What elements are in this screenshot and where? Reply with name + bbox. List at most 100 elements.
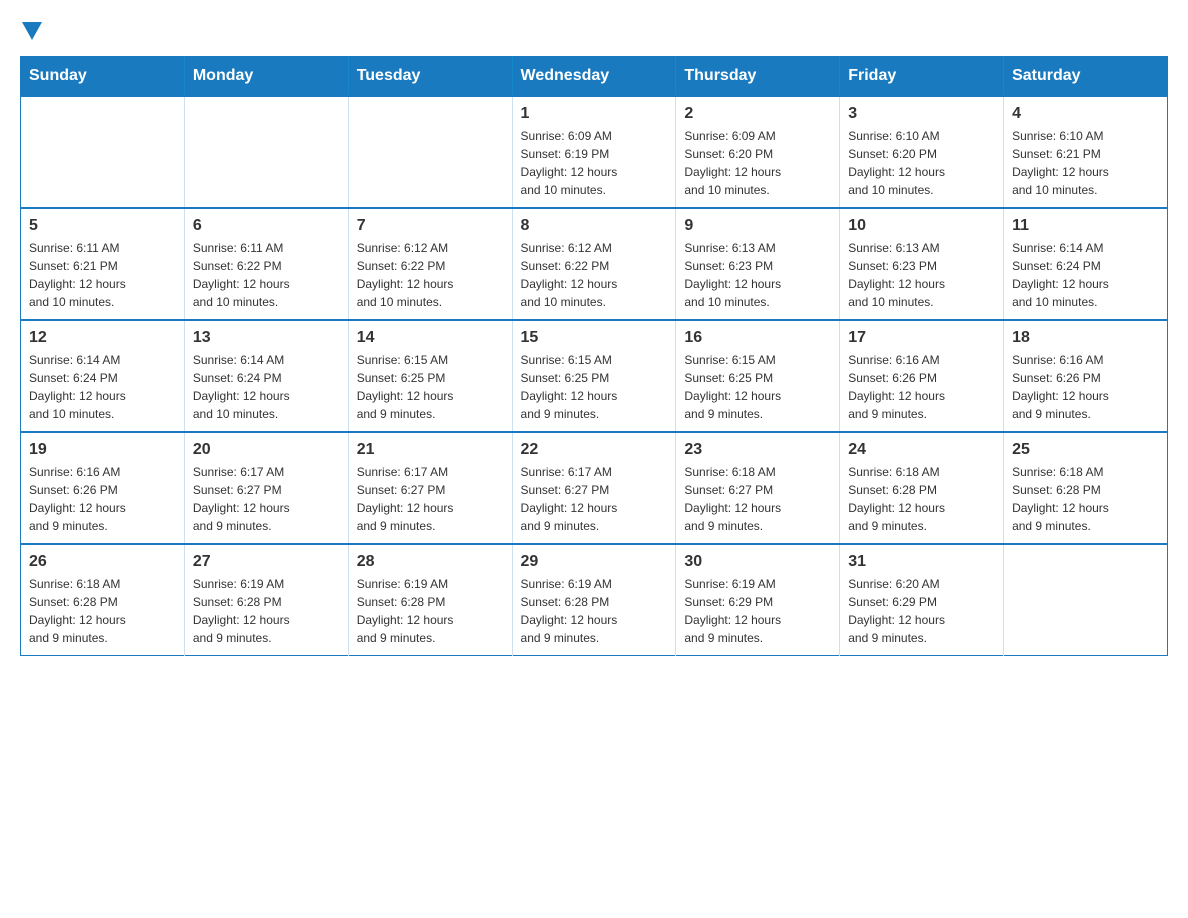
day-number: 13 <box>193 329 340 347</box>
day-number: 18 <box>1012 329 1159 347</box>
calendar-cell: 17 Sunrise: 6:16 AMSunset: 6:26 PMDayligh… <box>840 320 1004 432</box>
day-info: Sunrise: 6:20 AMSunset: 6:29 PMDaylight:… <box>848 575 995 647</box>
day-info: Sunrise: 6:19 AMSunset: 6:29 PMDaylight:… <box>684 575 831 647</box>
day-info: Sunrise: 6:11 AMSunset: 6:22 PMDaylight:… <box>193 239 340 311</box>
calendar-cell: 21 Sunrise: 6:17 AMSunset: 6:27 PMDayligh… <box>348 432 512 544</box>
day-number: 12 <box>29 329 176 347</box>
day-number: 20 <box>193 441 340 459</box>
day-number: 1 <box>521 105 668 123</box>
calendar-cell: 18 Sunrise: 6:16 AMSunset: 6:26 PMDayligh… <box>1004 320 1168 432</box>
day-header-monday: Monday <box>184 57 348 97</box>
day-info: Sunrise: 6:18 AMSunset: 6:28 PMDaylight:… <box>1012 463 1159 535</box>
day-number: 24 <box>848 441 995 459</box>
calendar-table: SundayMondayTuesdayWednesdayThursdayFrid… <box>20 56 1168 656</box>
day-info: Sunrise: 6:12 AMSunset: 6:22 PMDaylight:… <box>521 239 668 311</box>
day-number: 11 <box>1012 217 1159 235</box>
day-info: Sunrise: 6:18 AMSunset: 6:28 PMDaylight:… <box>29 575 176 647</box>
calendar-cell: 8 Sunrise: 6:12 AMSunset: 6:22 PMDaylight… <box>512 208 676 320</box>
calendar-cell: 3Sunrise: 6:10 AMSunset: 6:20 PMDaylight… <box>840 96 1004 208</box>
calendar-cell: 23 Sunrise: 6:18 AMSunset: 6:27 PMDayligh… <box>676 432 840 544</box>
day-info: Sunrise: 6:12 AMSunset: 6:22 PMDaylight:… <box>357 239 504 311</box>
day-info: Sunrise: 6:09 AMSunset: 6:19 PMDaylight:… <box>521 127 668 199</box>
day-header-friday: Friday <box>840 57 1004 97</box>
calendar-cell: 31 Sunrise: 6:20 AMSunset: 6:29 PMDayligh… <box>840 544 1004 656</box>
day-header-tuesday: Tuesday <box>348 57 512 97</box>
day-info: Sunrise: 6:11 AMSunset: 6:21 PMDaylight:… <box>29 239 176 311</box>
day-number: 21 <box>357 441 504 459</box>
week-row-2: 5 Sunrise: 6:11 AMSunset: 6:21 PMDaylight… <box>21 208 1168 320</box>
calendar-cell <box>184 96 348 208</box>
day-info: Sunrise: 6:16 AMSunset: 6:26 PMDaylight:… <box>29 463 176 535</box>
calendar-header-row: SundayMondayTuesdayWednesdayThursdayFrid… <box>21 57 1168 97</box>
day-info: Sunrise: 6:10 AMSunset: 6:20 PMDaylight:… <box>848 127 995 199</box>
day-info: Sunrise: 6:15 AMSunset: 6:25 PMDaylight:… <box>357 351 504 423</box>
day-info: Sunrise: 6:18 AMSunset: 6:28 PMDaylight:… <box>848 463 995 535</box>
calendar-cell: 7Sunrise: 6:12 AMSunset: 6:22 PMDaylight… <box>348 208 512 320</box>
day-info: Sunrise: 6:15 AMSunset: 6:25 PMDaylight:… <box>684 351 831 423</box>
day-info: Sunrise: 6:17 AMSunset: 6:27 PMDaylight:… <box>357 463 504 535</box>
calendar-cell: 13 Sunrise: 6:14 AMSunset: 6:24 PMDayligh… <box>184 320 348 432</box>
calendar-cell: 30 Sunrise: 6:19 AMSunset: 6:29 PMDayligh… <box>676 544 840 656</box>
day-number: 22 <box>521 441 668 459</box>
day-number: 27 <box>193 553 340 571</box>
calendar-cell: 29Sunrise: 6:19 AMSunset: 6:28 PMDayligh… <box>512 544 676 656</box>
calendar-cell <box>1004 544 1168 656</box>
calendar-cell: 15Sunrise: 6:15 AMSunset: 6:25 PMDayligh… <box>512 320 676 432</box>
day-info: Sunrise: 6:16 AMSunset: 6:26 PMDaylight:… <box>848 351 995 423</box>
day-info: Sunrise: 6:09 AMSunset: 6:20 PMDaylight:… <box>684 127 831 199</box>
calendar-cell: 19 Sunrise: 6:16 AMSunset: 6:26 PMDayligh… <box>21 432 185 544</box>
calendar-cell: 10 Sunrise: 6:13 AMSunset: 6:23 PMDayligh… <box>840 208 1004 320</box>
day-number: 2 <box>684 105 831 123</box>
day-number: 30 <box>684 553 831 571</box>
day-info: Sunrise: 6:14 AMSunset: 6:24 PMDaylight:… <box>1012 239 1159 311</box>
day-number: 14 <box>357 329 504 347</box>
day-number: 29 <box>521 553 668 571</box>
day-header-thursday: Thursday <box>676 57 840 97</box>
day-number: 9 <box>684 217 831 235</box>
calendar-cell: 5 Sunrise: 6:11 AMSunset: 6:21 PMDaylight… <box>21 208 185 320</box>
day-info: Sunrise: 6:14 AMSunset: 6:24 PMDaylight:… <box>29 351 176 423</box>
calendar-cell: 11 Sunrise: 6:14 AMSunset: 6:24 PMDayligh… <box>1004 208 1168 320</box>
day-info: Sunrise: 6:17 AMSunset: 6:27 PMDaylight:… <box>521 463 668 535</box>
day-info: Sunrise: 6:10 AMSunset: 6:21 PMDaylight:… <box>1012 127 1159 199</box>
day-number: 16 <box>684 329 831 347</box>
calendar-cell: 1 Sunrise: 6:09 AMSunset: 6:19 PMDaylight… <box>512 96 676 208</box>
calendar-cell: 20Sunrise: 6:17 AMSunset: 6:27 PMDayligh… <box>184 432 348 544</box>
day-number: 23 <box>684 441 831 459</box>
day-number: 28 <box>357 553 504 571</box>
calendar-cell <box>348 96 512 208</box>
day-number: 19 <box>29 441 176 459</box>
day-number: 31 <box>848 553 995 571</box>
calendar-cell: 16 Sunrise: 6:15 AMSunset: 6:25 PMDayligh… <box>676 320 840 432</box>
week-row-3: 12 Sunrise: 6:14 AMSunset: 6:24 PMDayligh… <box>21 320 1168 432</box>
day-header-wednesday: Wednesday <box>512 57 676 97</box>
day-info: Sunrise: 6:18 AMSunset: 6:27 PMDaylight:… <box>684 463 831 535</box>
calendar-cell <box>21 96 185 208</box>
day-number: 26 <box>29 553 176 571</box>
day-info: Sunrise: 6:13 AMSunset: 6:23 PMDaylight:… <box>848 239 995 311</box>
day-info: Sunrise: 6:16 AMSunset: 6:26 PMDaylight:… <box>1012 351 1159 423</box>
day-number: 17 <box>848 329 995 347</box>
day-number: 25 <box>1012 441 1159 459</box>
day-info: Sunrise: 6:14 AMSunset: 6:24 PMDaylight:… <box>193 351 340 423</box>
calendar-cell: 9 Sunrise: 6:13 AMSunset: 6:23 PMDaylight… <box>676 208 840 320</box>
logo <box>20 20 42 36</box>
calendar-cell: 26 Sunrise: 6:18 AMSunset: 6:28 PMDayligh… <box>21 544 185 656</box>
day-info: Sunrise: 6:19 AMSunset: 6:28 PMDaylight:… <box>357 575 504 647</box>
day-info: Sunrise: 6:19 AMSunset: 6:28 PMDaylight:… <box>193 575 340 647</box>
calendar-cell: 27 Sunrise: 6:19 AMSunset: 6:28 PMDayligh… <box>184 544 348 656</box>
calendar-cell: 14 Sunrise: 6:15 AMSunset: 6:25 PMDayligh… <box>348 320 512 432</box>
calendar-cell: 22 Sunrise: 6:17 AMSunset: 6:27 PMDayligh… <box>512 432 676 544</box>
calendar-cell: 12 Sunrise: 6:14 AMSunset: 6:24 PMDayligh… <box>21 320 185 432</box>
day-number: 6 <box>193 217 340 235</box>
week-row-4: 19 Sunrise: 6:16 AMSunset: 6:26 PMDayligh… <box>21 432 1168 544</box>
day-number: 10 <box>848 217 995 235</box>
calendar-cell: 6 Sunrise: 6:11 AMSunset: 6:22 PMDaylight… <box>184 208 348 320</box>
day-number: 5 <box>29 217 176 235</box>
day-number: 15 <box>521 329 668 347</box>
week-row-5: 26 Sunrise: 6:18 AMSunset: 6:28 PMDayligh… <box>21 544 1168 656</box>
day-header-sunday: Sunday <box>21 57 185 97</box>
calendar-cell: 25 Sunrise: 6:18 AMSunset: 6:28 PMDayligh… <box>1004 432 1168 544</box>
day-number: 8 <box>521 217 668 235</box>
day-info: Sunrise: 6:13 AMSunset: 6:23 PMDaylight:… <box>684 239 831 311</box>
